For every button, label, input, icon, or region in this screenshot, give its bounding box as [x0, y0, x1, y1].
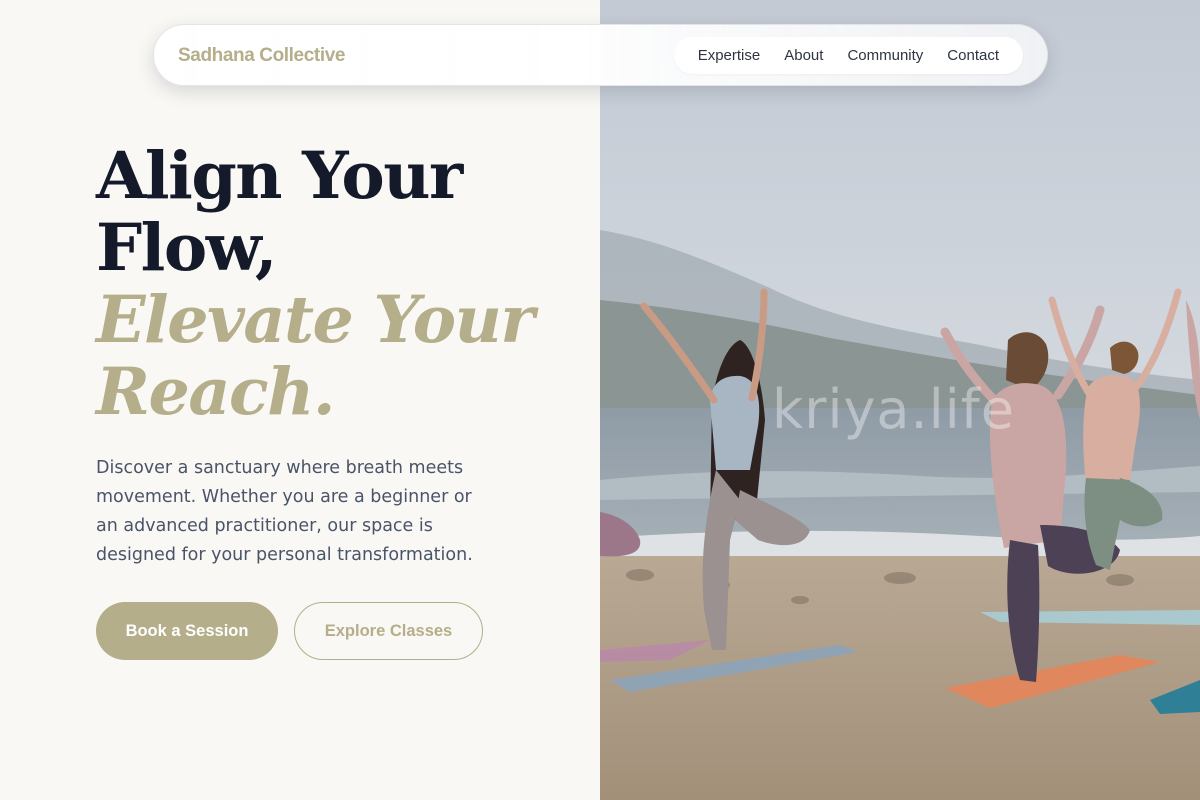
top-navigation: Sadhana Collective Expertise About Commu… [153, 24, 1048, 86]
photo-watermark: kriya.life [772, 378, 1015, 441]
headline-accent-line-1: Elevate Your [96, 282, 535, 358]
book-session-button[interactable]: Book a Session [96, 602, 278, 660]
headline-accent-line-2: Reach. [96, 354, 335, 430]
headline-line-1: Align Your [96, 138, 463, 214]
hero-headline: Align Your Flow, Elevate Your Reach. [96, 138, 535, 430]
nav-link-about[interactable]: About [772, 47, 835, 64]
nav-links: Expertise About Community Contact [673, 37, 1023, 74]
nav-link-contact[interactable]: Contact [935, 47, 1011, 64]
nav-link-expertise[interactable]: Expertise [686, 47, 773, 64]
nav-link-community[interactable]: Community [835, 47, 935, 64]
brand-logo[interactable]: Sadhana Collective [178, 45, 345, 67]
explore-classes-button[interactable]: Explore Classes [294, 602, 483, 660]
hero-description: Discover a sanctuary where breath meets … [96, 458, 473, 565]
headline-line-2: Flow, [96, 210, 277, 286]
